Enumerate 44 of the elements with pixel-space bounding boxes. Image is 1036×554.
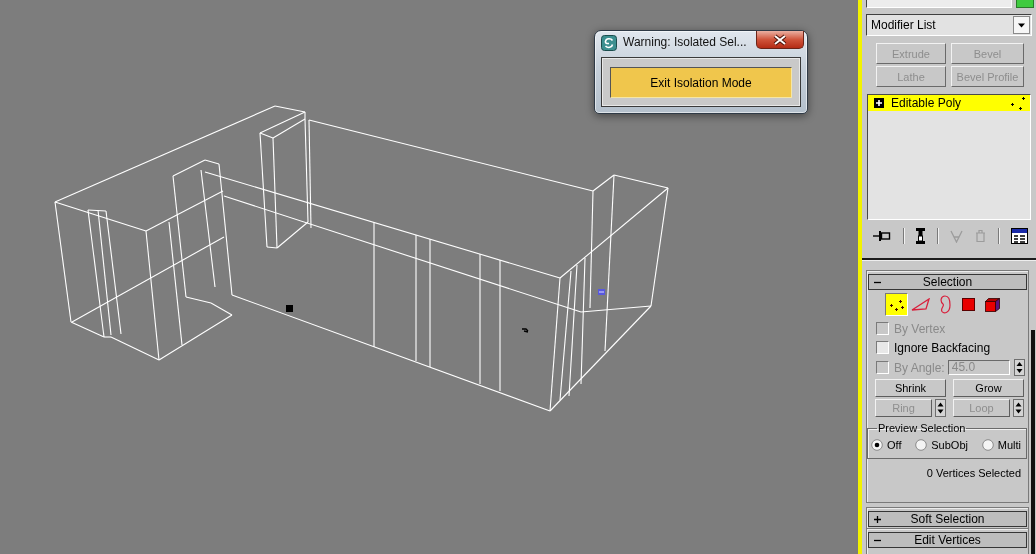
- dots-icon: [888, 297, 905, 312]
- triangle-outline-icon: [911, 297, 930, 312]
- color-swatch-icon[interactable]: [1016, 0, 1034, 8]
- vertex-mode-button[interactable]: [885, 293, 908, 316]
- close-button[interactable]: [756, 31, 804, 49]
- pivot-marker-icon: [598, 289, 605, 295]
- grid-window-icon[interactable]: [1011, 228, 1028, 244]
- close-icon: [773, 33, 787, 46]
- plus-box-icon[interactable]: [874, 98, 884, 108]
- group-label: Preview Selection: [877, 422, 967, 435]
- spinner-arrows-icon[interactable]: [935, 399, 946, 417]
- loop-outline-icon: [938, 295, 951, 314]
- object-name-field[interactable]: [866, 0, 1012, 8]
- app-logo-icon: [601, 35, 617, 51]
- rollout-header[interactable]: Selection: [868, 274, 1027, 290]
- modifier-stack-item[interactable]: Editable Poly: [868, 95, 1030, 111]
- dialog-title: Warning: Isolated Sel...: [623, 35, 747, 49]
- radio-button[interactable]: [915, 439, 928, 451]
- viewport[interactable]: Warning: Isolated Sel... Exit Isolation Mode: [0, 0, 858, 554]
- scrollbar-thumb[interactable]: [1031, 330, 1035, 554]
- i-beam-icon[interactable]: [916, 228, 925, 244]
- modifier-list-dropdown[interactable]: Modifier List: [866, 14, 1032, 36]
- rollout-header[interactable]: Soft Selection: [868, 511, 1027, 527]
- pin-icon[interactable]: [873, 230, 891, 242]
- rollout-header[interactable]: Edit Vertices: [868, 532, 1027, 548]
- radio-label[interactable]: SubObj: [931, 438, 968, 452]
- radio-label[interactable]: Multi: [997, 438, 1021, 452]
- dots-icon: [1010, 96, 1026, 110]
- selection-button[interactable]: Shrink: [875, 379, 946, 397]
- radio-button[interactable]: [981, 439, 994, 451]
- checkbox-label[interactable]: Ignore Backfacing: [894, 340, 991, 355]
- vertex-marker-icon: [286, 305, 293, 312]
- radio-button[interactable]: [871, 439, 883, 451]
- selection-status-text: 0 Vertices Selected: [926, 466, 1021, 480]
- spinner-arrows-icon[interactable]: [1013, 399, 1024, 417]
- cursor-icon: [521, 328, 529, 333]
- selection-button[interactable]: Grow: [953, 379, 1024, 397]
- caret-icon: [1013, 16, 1030, 34]
- square-icon: [962, 298, 975, 311]
- exit-isolation-button[interactable]: Exit Isolation Mode: [610, 67, 792, 98]
- spinner-arrows-icon[interactable]: [1013, 359, 1025, 376]
- cube-icon: [985, 297, 1000, 312]
- checkbox[interactable]: [876, 341, 889, 354]
- radio-label[interactable]: Off: [887, 438, 902, 452]
